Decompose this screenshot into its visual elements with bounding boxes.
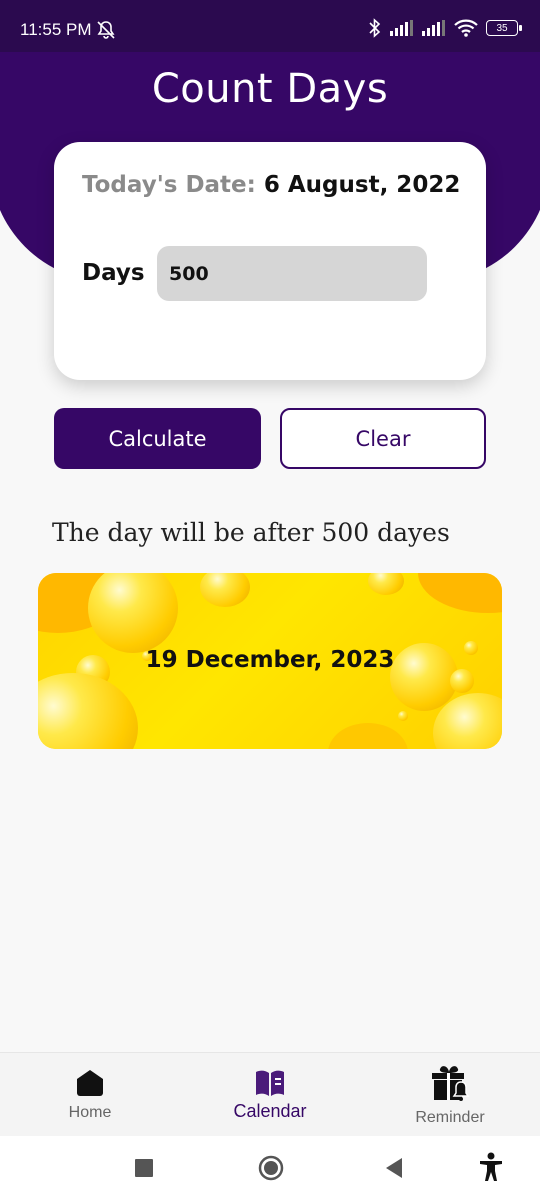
decorative-bubble — [38, 673, 138, 749]
decorative-blob — [418, 573, 502, 613]
accessibility-icon[interactable] — [478, 1152, 504, 1182]
home-icon — [77, 1070, 103, 1096]
decorative-bubble — [200, 573, 250, 607]
recents-icon[interactable] — [135, 1159, 153, 1177]
battery-level: 35 — [496, 22, 508, 34]
signal-icon — [390, 20, 413, 36]
book-icon — [256, 1070, 284, 1096]
bottom-nav: Home Calendar Reminder — [0, 1052, 540, 1136]
wifi-icon — [454, 19, 478, 37]
today-date-label: Today's Date: — [82, 172, 264, 198]
battery-icon: 35 — [486, 20, 522, 36]
days-input[interactable] — [157, 246, 427, 301]
decorative-blob — [328, 723, 408, 749]
today-date-row: Today's Date: 6 August, 2022 — [82, 172, 460, 198]
decorative-bubble — [398, 711, 408, 721]
home-button-icon[interactable] — [258, 1155, 284, 1181]
nav-label-reminder: Reminder — [415, 1109, 485, 1126]
status-time: 11:55 PM — [20, 20, 92, 39]
days-label: Days — [82, 260, 145, 286]
signal-icon-2 — [422, 20, 445, 36]
today-date-value: 6 August, 2022 — [263, 172, 461, 198]
result-description: The day will be after 500 dayes — [52, 518, 450, 547]
nav-label-calendar: Calendar — [233, 1101, 307, 1121]
system-nav-bar — [0, 1136, 540, 1200]
bluetooth-icon — [369, 18, 381, 38]
clear-button[interactable]: Clear — [280, 408, 486, 469]
decorative-bubble — [368, 573, 404, 595]
nav-label-home: Home — [68, 1104, 112, 1121]
gift-icon — [432, 1066, 470, 1101]
calculate-button[interactable]: Calculate — [54, 408, 261, 469]
status-icons: 35 — [368, 18, 522, 38]
page-title: Count Days — [151, 66, 389, 112]
back-icon[interactable] — [384, 1157, 404, 1179]
nav-item-reminder[interactable]: Reminder — [360, 1053, 540, 1137]
status-bar: 11:55 PM 35 — [0, 0, 540, 52]
input-card: Today's Date: 6 August, 2022 Days — [54, 142, 486, 380]
decorative-bubble — [88, 573, 178, 653]
result-card: 19 December, 2023 — [38, 573, 502, 749]
nav-item-calendar[interactable]: Calendar — [180, 1053, 360, 1137]
notifications-off-icon — [97, 21, 115, 39]
nav-item-home[interactable]: Home — [0, 1053, 180, 1137]
result-date: 19 December, 2023 — [145, 647, 395, 673]
